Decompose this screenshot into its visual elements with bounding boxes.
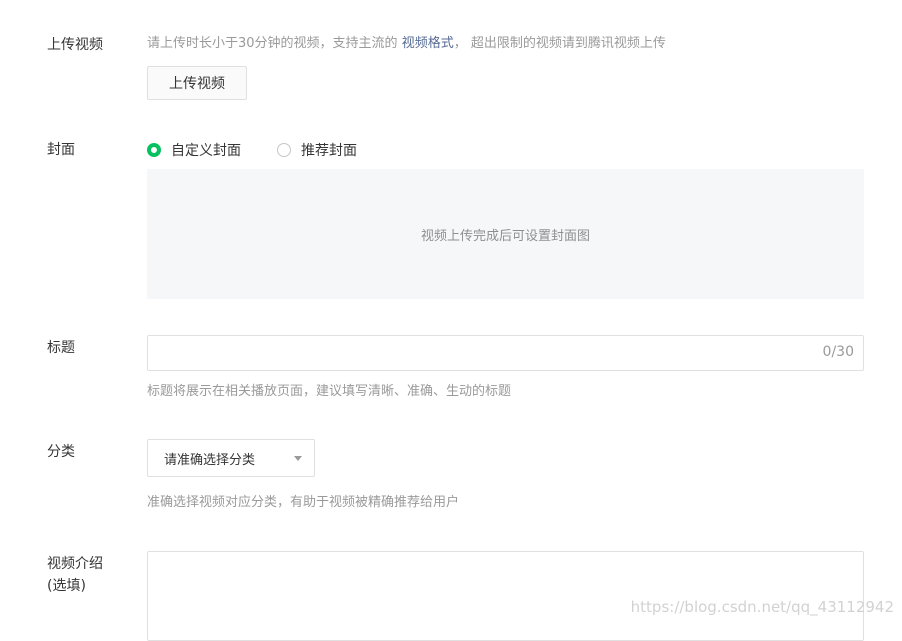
intro-textarea[interactable] (147, 551, 864, 641)
custom-cover-radio[interactable]: 自定义封面 (147, 139, 241, 161)
chevron-down-icon (294, 456, 302, 461)
radio-selected-icon (147, 143, 161, 157)
recommended-cover-radio[interactable]: 推荐封面 (277, 139, 357, 161)
watermark-text: https://blog.csdn.net/qq_43112942 (630, 598, 894, 616)
upload-video-button[interactable]: 上传视频 (147, 66, 247, 100)
title-label: 标题 (47, 340, 75, 356)
cover-placeholder: 视频上传完成后可设置封面图 (147, 169, 864, 299)
upload-video-label: 上传视频 (47, 37, 103, 53)
intro-label-line2: (选填) (47, 578, 86, 594)
cover-label: 封面 (47, 142, 75, 158)
category-label: 分类 (47, 444, 75, 460)
video-format-link[interactable]: 视频格式 (402, 36, 454, 51)
custom-cover-label: 自定义封面 (171, 143, 241, 159)
upload-hint: 请上传时长小于30分钟的视频，支持主流的 视频格式， 超出限制的视频请到腾讯视频… (147, 34, 666, 54)
radio-unselected-icon (277, 143, 291, 157)
category-select-value: 请准确选择分类 (164, 452, 256, 468)
cover-placeholder-text: 视频上传完成后可设置封面图 (420, 228, 590, 244)
upload-hint-text: 请上传时长小于30分钟的视频，支持主流的 (147, 36, 402, 51)
recommended-cover-label: 推荐封面 (301, 143, 357, 159)
category-hint: 准确选择视频对应分类，有助于视频被精确推荐给用户 (147, 495, 460, 510)
upload-hint-text-end: ， 超出限制的视频请到腾讯视频上传 (453, 36, 666, 51)
title-hint: 标题将展示在相关播放页面，建议填写清晰、准确、生动的标题 (147, 384, 512, 399)
intro-label-line1: 视频介绍 (47, 556, 103, 572)
intro-label: 视频介绍 (选填) (47, 553, 103, 597)
category-select[interactable]: 请准确选择分类 (147, 439, 315, 477)
title-char-counter: 0/30 (822, 344, 854, 360)
title-input[interactable]: 0/30 (147, 335, 864, 371)
